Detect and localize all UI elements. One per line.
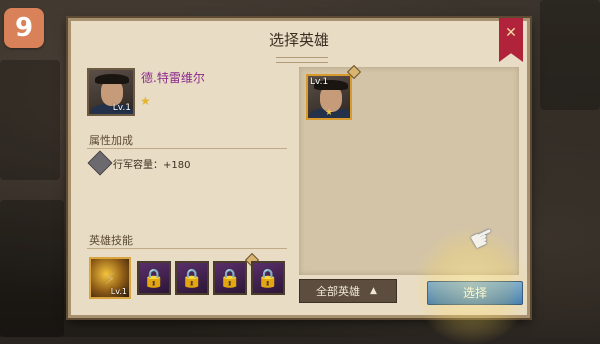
hero-level: Lv.1 — [112, 103, 131, 113]
divider — [87, 248, 287, 249]
skill-slot-locked[interactable]: 🔒 — [213, 261, 247, 295]
caret-up-icon: ▲ — [370, 286, 377, 296]
skill-slot-locked[interactable]: 🔒 — [251, 261, 285, 295]
filter-label: 全部英雄 — [316, 285, 360, 298]
hero-name: 德.特雷维尔 — [141, 71, 205, 85]
hero-list-level: Lv.1 — [310, 77, 329, 87]
padlock-icon: 🔒 — [256, 267, 280, 289]
padlock-icon: 🔒 — [218, 267, 242, 289]
attributes-label: 属性加成 — [89, 134, 133, 147]
skill-slot-locked[interactable]: 🔒 — [137, 261, 171, 295]
march-capacity-icon — [87, 150, 113, 176]
hero-list-item[interactable]: Lv.1 ★ — [306, 74, 352, 120]
lightning-sword-icon: ⚡ — [104, 268, 116, 288]
close-ribbon-icon[interactable]: ✕ — [499, 18, 523, 62]
skill-slot-active[interactable]: ⚡ Lv.1 — [89, 257, 131, 299]
portrait-hat — [95, 74, 129, 84]
skill-slot-locked[interactable]: 🔒 — [175, 261, 209, 295]
divider — [87, 148, 287, 149]
select-hero-dialog: 选择英雄 ✕ Lv.1 德.特雷维尔 ★ 属性加成 行军容量：+180 英雄技能… — [68, 18, 530, 318]
dialog-title: 选择英雄 — [268, 31, 329, 49]
title-ornament — [276, 57, 328, 63]
hero-star-icon: ★ — [140, 94, 151, 108]
background-shape — [540, 0, 600, 110]
padlock-icon: 🔒 — [180, 267, 204, 289]
background-shape — [0, 60, 60, 180]
select-button[interactable]: 选择 — [427, 281, 523, 305]
padlock-icon: 🔒 — [142, 267, 166, 289]
stat-march-capacity: 行军容量：+180 — [113, 160, 191, 171]
skill-level: Lv.1 — [110, 287, 127, 296]
hero-portrait: Lv.1 — [87, 68, 135, 116]
skills-label: 英雄技能 — [89, 234, 133, 247]
hero-filter-dropdown[interactable]: 全部英雄 ▲ — [299, 279, 397, 303]
step-badge: 9 — [4, 8, 44, 48]
background-shape — [0, 200, 64, 337]
star-icon: ★ — [325, 108, 334, 118]
